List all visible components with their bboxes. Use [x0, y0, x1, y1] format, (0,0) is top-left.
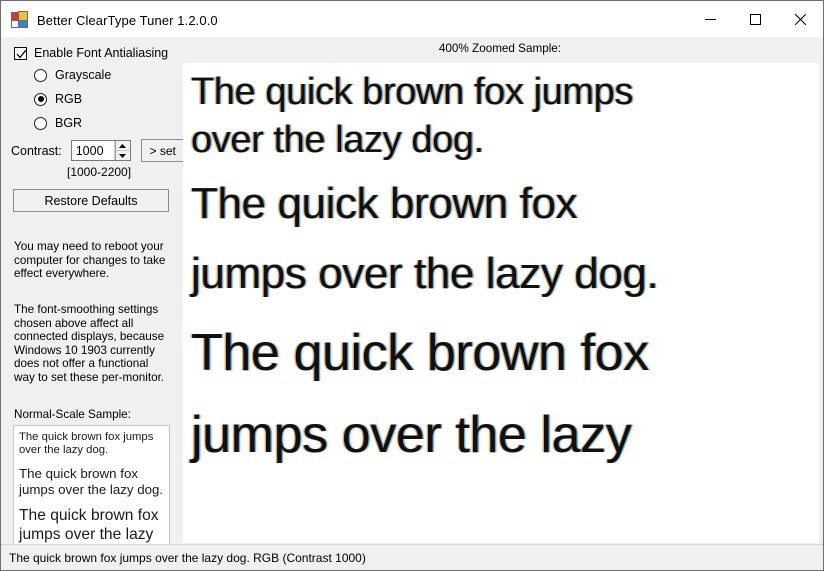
enable-antialiasing-label: Enable Font Antialiasing — [34, 46, 169, 60]
window-grid-icon — [11, 10, 28, 28]
radio-circle-grayscale — [34, 68, 47, 82]
zoomed-sample-panel: The quick brown fox jumps over the lazy … — [183, 63, 819, 543]
radio-label-bgr: BGR — [55, 116, 83, 130]
minimize-icon — [705, 18, 716, 20]
note-monitors: The font-smoothing settings chosen above… — [14, 303, 165, 384]
zoom-line-6: jumps over the lazy — [191, 406, 632, 464]
zoom-line-3: The quick brown fox — [191, 179, 578, 228]
window-controls — [688, 1, 823, 37]
zoom-sample-header: 400% Zoomed Sample: — [438, 42, 562, 55]
radio-circle-bgr — [34, 116, 47, 130]
enable-antialiasing-checkbox[interactable]: Enable Font Antialiasing — [14, 46, 168, 60]
contrast-input[interactable] — [71, 141, 114, 160]
restore-defaults-button[interactable]: Restore Defaults — [13, 189, 169, 212]
contrast-row: Contrast: 1000 > set — [11, 139, 185, 162]
radio-label-rgb: RGB — [55, 92, 83, 106]
zoom-line-2: over the lazy dog. — [191, 119, 484, 161]
contrast-stepper[interactable] — [70, 140, 131, 161]
radio-grayscale[interactable]: Grayscale — [34, 68, 111, 82]
contrast-increment-button[interactable] — [114, 141, 130, 151]
contrast-range-note: [1000-2200] — [67, 165, 132, 179]
contrast-label: Contrast: — [11, 143, 62, 158]
radio-label-grayscale: Grayscale — [55, 68, 112, 82]
normal-sample-label: Normal-Scale Sample: — [14, 408, 131, 421]
chevron-down-icon — [119, 153, 127, 158]
zoom-line-5: The quick brown fox — [191, 324, 649, 382]
radio-bgr[interactable]: BGR — [34, 116, 82, 130]
note-reboot: You may need to reboot your computer for… — [14, 240, 166, 281]
close-icon — [795, 13, 806, 25]
contrast-decrement-button[interactable] — [114, 151, 130, 160]
maximize-icon — [750, 13, 761, 25]
contrast-spin-buttons — [113, 141, 130, 160]
settings-panel: Enable Font Antialiasing Grayscale RGB B… — [1, 37, 185, 549]
normal-sample-line-1: The quick brown fox jumps over the lazy … — [19, 431, 154, 457]
chevron-up-icon — [119, 143, 127, 148]
normal-sample-line-3: The quick brown fox jumps over the lazy — [19, 507, 159, 544]
maximize-button[interactable] — [733, 1, 778, 37]
application-window: Better ClearType Tuner 1.2.0.0 Enable Fo… — [0, 0, 824, 571]
window-title: Better ClearType Tuner 1.2.0.0 — [37, 12, 218, 28]
checkmark-icon — [16, 49, 27, 59]
radio-rgb[interactable]: RGB — [34, 92, 82, 106]
zoom-line-4: jumps over the lazy dog. — [191, 249, 659, 298]
close-button[interactable] — [778, 1, 823, 37]
status-bar: The quick brown fox jumps over the lazy … — [1, 544, 823, 570]
normal-sample-line-2: The quick brown fox jumps over the lazy … — [19, 465, 164, 497]
radio-circle-rgb — [34, 92, 47, 106]
minimize-button[interactable] — [688, 1, 733, 37]
status-bar-text: The quick brown fox jumps over the lazy … — [9, 550, 366, 565]
normal-scale-sample-box: The quick brown fox jumps over the lazy … — [13, 425, 170, 549]
zoom-line-1: The quick brown fox jumps — [191, 71, 633, 113]
client-area: Enable Font Antialiasing Grayscale RGB B… — [1, 37, 823, 570]
title-bar: Better ClearType Tuner 1.2.0.0 — [1, 1, 823, 37]
set-contrast-button[interactable]: > set — [140, 139, 185, 162]
checkbox-box — [14, 46, 27, 60]
